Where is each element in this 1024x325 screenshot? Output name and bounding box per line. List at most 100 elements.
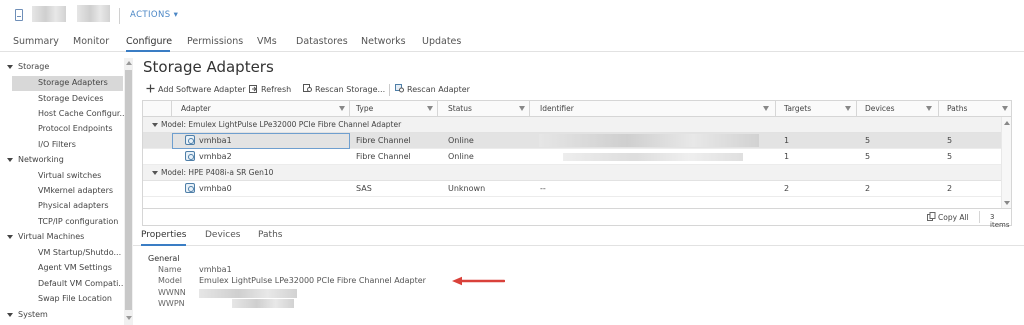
tab-vms[interactable]: VMs [257,36,277,47]
group-label: Model: Emulex LightPulse LPe32000 PCIe F… [161,120,402,129]
nav-scrollbar-thumb[interactable] [125,70,132,310]
nav-item-virtual-switches[interactable]: Virtual switches [38,171,124,180]
rescan-adapter-icon [395,84,404,93]
nav-item-agent-vm-settings[interactable]: Agent VM Settings [38,263,124,272]
grid-scrollbar[interactable] [1001,117,1011,208]
redacted-identifier [539,134,759,147]
filter-targets-icon[interactable] [845,106,851,111]
col-divider [349,101,350,117]
tab-configure[interactable]: Configure [126,36,172,47]
group-label: Model: HPE P408i-a SR Gen10 [161,168,274,177]
rescan-storage-button[interactable]: Rescan Storage... [303,84,385,94]
cell-paths: 5 [947,136,953,145]
nav-item-default-vm-compatibility[interactable]: Default VM Compati... [38,279,124,288]
col-divider [938,101,939,117]
refresh-button[interactable]: Refresh [249,84,291,94]
rescan-adapter-button[interactable]: Rescan Adapter [395,84,470,94]
cell-type: Fibre Channel [356,152,411,161]
nav-item-storage-adapters[interactable]: Storage Adapters [38,78,124,87]
nav-item-storage-devices[interactable]: Storage Devices [38,94,124,103]
header-bar: ACTIONS ▾ [0,0,1024,30]
tab-monitor[interactable]: Monitor [73,36,109,47]
table-row[interactable]: vmhba1 Fibre Channel Online 1 5 5 [143,133,1011,149]
redacted-host-name [32,6,66,22]
tab-properties[interactable]: Properties [141,230,186,240]
tab-datastores[interactable]: Datastores [296,36,348,47]
nav-group-networking[interactable]: Networking [18,155,64,164]
col-header-identifier[interactable]: Identifier [540,104,574,113]
rescan-storage-label: Rescan Storage... [315,85,386,94]
name-value: vmhba1 [199,265,232,274]
nav-item-protocol-endpoints[interactable]: Protocol Endpoints [38,124,124,133]
nav-item-vmkernel-adapters[interactable]: VMkernel adapters [38,186,124,195]
filter-status-icon[interactable] [519,106,525,111]
cell-devices: 2 [865,184,871,193]
tab-permissions[interactable]: Permissions [187,36,243,47]
annotation-arrow-icon [452,276,505,286]
tab-updates[interactable]: Updates [422,36,461,47]
wwnn-label: WWNN [158,288,186,297]
group-row-hpe[interactable]: Model: HPE P408i-a SR Gen10 [143,165,1011,181]
nav-item-vm-startup-shutdown[interactable]: VM Startup/Shutdo... [38,248,124,257]
grid-scroll-up-icon[interactable] [1004,121,1010,125]
cell-devices: 5 [865,136,871,145]
storage-adapter-icon [185,183,195,193]
active-tab-indicator [126,50,170,52]
header-divider [119,8,120,24]
cell-targets: 2 [784,184,790,193]
tab-devices[interactable]: Devices [205,230,240,240]
nav-item-physical-adapters[interactable]: Physical adapters [38,201,124,210]
nav-item-host-cache[interactable]: Host Cache Configur... [38,109,124,118]
col-header-devices[interactable]: Devices [865,104,895,113]
tab-paths[interactable]: Paths [258,230,282,240]
cell-status: Online [448,136,474,145]
filter-identifier-icon[interactable] [763,106,769,111]
add-software-adapter-button[interactable]: Add Software Adapter [146,84,246,94]
group-row-emulex[interactable]: Model: Emulex LightPulse LPe32000 PCIe F… [143,117,1011,133]
tab-summary[interactable]: Summary [13,36,59,47]
col-header-paths[interactable]: Paths [947,104,967,113]
grid-scroll-down-icon[interactable] [1004,201,1010,205]
col-divider [437,101,438,117]
model-value: Emulex LightPulse LPe32000 PCIe Fibre Ch… [199,276,426,285]
nav-group-system[interactable]: System [18,310,48,319]
col-header-targets[interactable]: Targets [784,104,811,113]
table-row[interactable]: vmhba0 SAS Unknown -- 2 2 2 [143,181,1011,197]
filter-devices-icon[interactable] [926,106,932,111]
storage-collapse-icon[interactable] [7,65,13,69]
virtual-machines-collapse-icon[interactable] [7,235,13,239]
nav-item-swap-file-location[interactable]: Swap File Location [38,294,124,303]
filter-paths-icon[interactable] [1002,106,1008,111]
nav-group-virtual-machines[interactable]: Virtual Machines [18,232,84,241]
col-header-type[interactable]: Type [356,104,373,113]
cell-adapter: vmhba2 [199,152,232,161]
nav-group-storage[interactable]: Storage [18,62,49,71]
copy-all-label: Copy All [938,213,969,222]
table-row[interactable]: vmhba2 Fibre Channel Online 1 5 5 [143,149,1011,165]
nav-item-io-filters[interactable]: I/O Filters [38,140,124,149]
actions-menu-button[interactable]: ACTIONS ▾ [130,10,178,20]
system-collapse-icon[interactable] [7,313,13,317]
group-collapse-icon[interactable] [152,123,158,127]
networking-collapse-icon[interactable] [7,158,13,162]
plus-icon [146,84,155,93]
col-divider [529,101,530,117]
redacted-host-name-2 [77,5,110,22]
storage-adapter-icon [185,151,195,161]
copy-icon [927,212,936,221]
nav-item-tcpip-configuration[interactable]: TCP/IP configuration [38,217,124,226]
name-label: Name [158,265,182,274]
filter-adapter-icon[interactable] [339,106,345,111]
nav-scroll-down-icon[interactable] [126,316,132,320]
copy-all-button[interactable]: Copy All [927,212,969,222]
add-software-adapter-label: Add Software Adapter [158,85,246,94]
storage-adapters-grid: Adapter Type Status Identifier Targets D… [142,100,1012,229]
col-header-status[interactable]: Status [448,104,472,113]
filter-type-icon[interactable] [427,106,433,111]
active-detail-tab-indicator [141,244,186,246]
tab-networks[interactable]: Networks [361,36,406,47]
cell-type: Fibre Channel [356,136,411,145]
col-header-adapter[interactable]: Adapter [181,104,211,113]
nav-scroll-up-icon[interactable] [126,61,132,65]
group-collapse-icon[interactable] [152,171,158,175]
